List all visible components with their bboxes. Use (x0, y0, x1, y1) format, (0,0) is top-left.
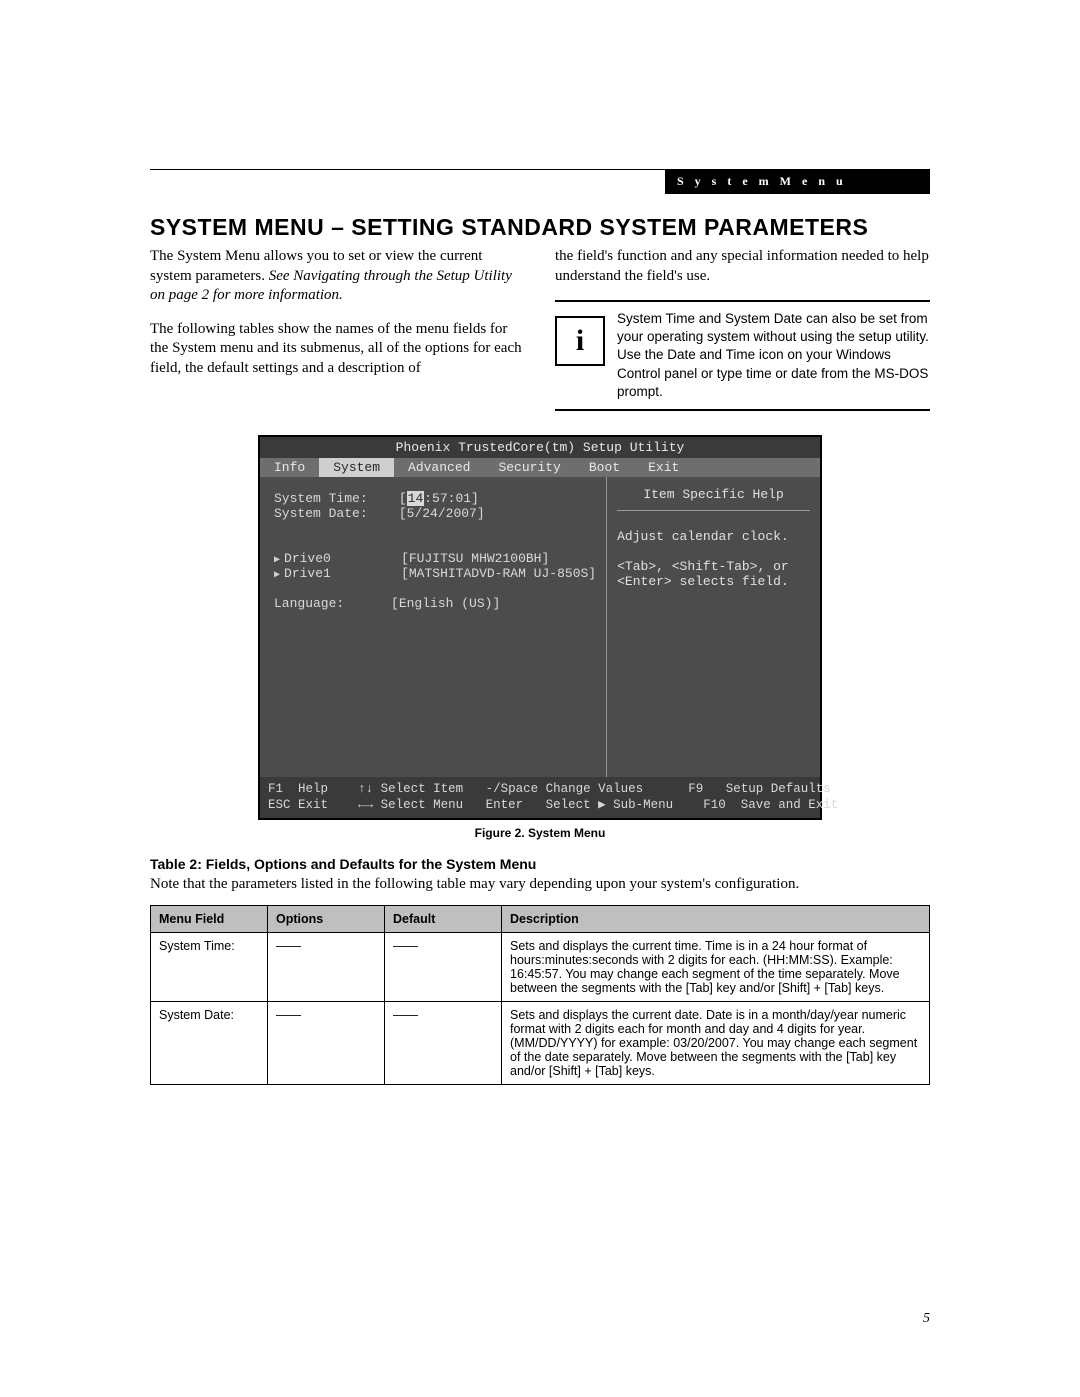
bios-drive0-label: Drive0 (284, 551, 331, 566)
triangle-icon (274, 551, 284, 566)
bios-date-value: [5/24/2007] (399, 506, 485, 521)
th-default: Default (385, 905, 502, 932)
bios-help-line1: Adjust calendar clock. (617, 529, 810, 544)
bios-spacer3 (274, 581, 596, 596)
bios-lang-value: [English (US)] (391, 596, 500, 611)
bios-updown: ↑↓ Select Item (358, 781, 463, 797)
bios-drive1-value: [MATSHITADVD-RAM UJ-850S] (401, 566, 596, 581)
bios-fields: System Time: [14:57:01] System Date: [5/… (260, 477, 606, 777)
bios-help-panel: Item Specific Help Adjust calendar clock… (606, 477, 820, 777)
bios-row-time[interactable]: System Time: [14:57:01] (274, 491, 596, 506)
bios-f10: F10 Save and Exit (703, 797, 838, 813)
bios-spacer (274, 521, 596, 536)
bios-date-label: System Date: (274, 506, 368, 521)
figure-caption: Figure 2. System Menu (150, 826, 930, 840)
bios-row-lang[interactable]: Language: [English (US)] (274, 596, 596, 611)
table-caption: Table 2: Fields, Options and Defaults fo… (150, 856, 930, 872)
cell-options: —— (268, 1001, 385, 1084)
table-note: Note that the parameters listed in the f… (150, 876, 930, 893)
cell-description: Sets and displays the current time. Time… (502, 932, 930, 1001)
bios-screen: Phoenix TrustedCore(tm) Setup Utility In… (258, 435, 822, 820)
bios-time-label: System Time: (274, 491, 368, 506)
bios-minus-space: -/Space Change Values (463, 781, 688, 797)
bios-tab-security[interactable]: Security (484, 458, 574, 477)
bios-row-date[interactable]: System Date: [5/24/2007] (274, 506, 596, 521)
th-menu-field: Menu Field (151, 905, 268, 932)
note-text: System Time and System Date can also be … (617, 310, 930, 401)
cell-default: —— (385, 1001, 502, 1084)
intro-left-p1: The System Menu allows you to set or vie… (150, 247, 525, 306)
content: SYSTEM MENU – SETTING STANDARD SYSTEM PA… (150, 214, 930, 1085)
bios-help-line2: <Tab>, <Shift-Tab>, or (617, 559, 810, 574)
bios-f1: F1 Help (268, 781, 358, 797)
bios-lang-label: Language: (274, 596, 344, 611)
note-box: i System Time and System Date can also b… (555, 300, 930, 411)
intro-col-left: The System Menu allows you to set or vie… (150, 247, 525, 411)
intro-col-right: the field's function and any special inf… (555, 247, 930, 411)
cell-menu-field: System Date: (151, 1001, 268, 1084)
intro-right-p1: the field's function and any special inf… (555, 247, 930, 286)
bios-drive1-label: Drive1 (284, 566, 331, 581)
bios-drive0-value: [FUJITSU MHW2100BH] (401, 551, 549, 566)
bios-f9: F9 Setup Defaults (688, 781, 831, 797)
bios-tab-system[interactable]: System (319, 458, 394, 477)
bios-utility-title: Phoenix TrustedCore(tm) Setup Utility (260, 437, 820, 458)
bios-row-drive0[interactable]: Drive0 [FUJITSU MHW2100BH] (274, 551, 596, 566)
bios-row-drive1[interactable]: Drive1 [MATSHITADVD-RAM UJ-850S] (274, 566, 596, 581)
bios-leftright: ←→ Select Menu (358, 797, 463, 813)
bios-tab-info[interactable]: Info (260, 458, 319, 477)
bios-enter: Enter Select ▶ Sub-Menu (463, 797, 703, 813)
bios-time-cursor: 14 (407, 491, 425, 506)
bios-tabs: Info System Advanced Security Boot Exit (260, 458, 820, 477)
bios-tab-boot[interactable]: Boot (575, 458, 634, 477)
table-header-row: Menu Field Options Default Description (151, 905, 930, 932)
bios-spacer2 (274, 536, 596, 551)
th-options: Options (268, 905, 385, 932)
bios-help-line3: <Enter> selects field. (617, 574, 810, 589)
info-icon: i (555, 316, 605, 366)
bios-time-rest: :57:01] (424, 491, 479, 506)
table-row: System Date: —— —— Sets and displays the… (151, 1001, 930, 1084)
bios-help-spacer (617, 544, 810, 559)
options-table: Menu Field Options Default Description S… (150, 905, 930, 1085)
page-number: 5 (923, 1311, 930, 1327)
triangle-icon (274, 566, 284, 581)
bios-tab-exit[interactable]: Exit (634, 458, 693, 477)
th-description: Description (502, 905, 930, 932)
cell-default: —— (385, 932, 502, 1001)
bios-footer: F1 Help ↑↓ Select Item -/Space Change Va… (260, 777, 820, 818)
bios-tab-advanced[interactable]: Advanced (394, 458, 484, 477)
intro-columns: The System Menu allows you to set or vie… (150, 247, 930, 411)
page: S y s t e m M e n u SYSTEM MENU – SETTIN… (0, 0, 1080, 1397)
cell-description: Sets and displays the current date. Date… (502, 1001, 930, 1084)
cell-menu-field: System Time: (151, 932, 268, 1001)
intro-left-p2: The following tables show the names of t… (150, 320, 525, 379)
cell-options: —— (268, 932, 385, 1001)
bios-help-header: Item Specific Help (617, 487, 810, 511)
header-tab: S y s t e m M e n u (665, 169, 930, 194)
table-row: System Time: —— —— Sets and displays the… (151, 932, 930, 1001)
bios-body: System Time: [14:57:01] System Date: [5/… (260, 477, 820, 777)
page-title: SYSTEM MENU – SETTING STANDARD SYSTEM PA… (150, 214, 930, 241)
bios-esc: ESC Exit (268, 797, 358, 813)
